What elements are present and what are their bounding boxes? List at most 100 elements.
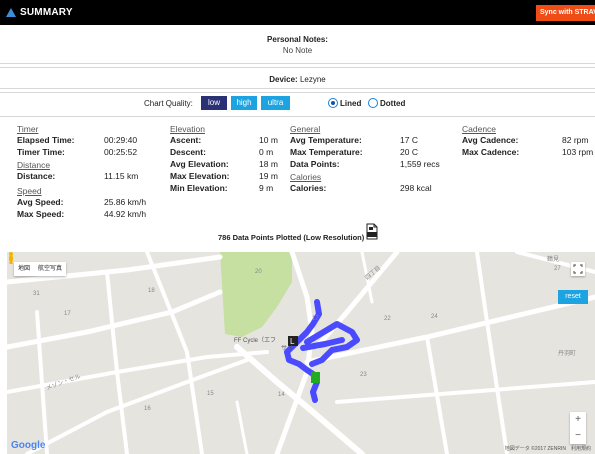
stat-value: 103 rpm (562, 147, 594, 157)
park-area (220, 252, 292, 337)
notes-label: Personal Notes: (267, 35, 328, 44)
stat-key: Max Elevation: (170, 171, 230, 181)
stat-value: 298 kcal (400, 183, 432, 193)
map-label: 20 (255, 269, 262, 275)
device-value: Lezyne (299, 75, 326, 84)
map-attribution[interactable]: 地図データ ©2017 ZENRIN 利用規約 (505, 445, 591, 452)
chart-quality-label: Chart Quality: (144, 99, 193, 108)
stat-key: Timer Time: (17, 147, 65, 157)
quality-high-button[interactable]: high (231, 96, 257, 110)
stat-value: 19 m (259, 171, 278, 181)
stat-value: 25.86 km/h (104, 197, 147, 207)
device-row: Device: Lezyne (0, 75, 595, 84)
divider (0, 116, 595, 117)
stats-panel: Timer Elapsed Time: 00:29:40 Timer Time: 0… (0, 124, 595, 224)
sync-strava-button[interactable]: Sync with STRAVA (536, 5, 595, 21)
distance-heading: Distance (17, 160, 51, 170)
map-label: FF Cycle（エフ (234, 337, 276, 344)
zoom-in-button[interactable]: + (570, 412, 586, 428)
stat-value: 18 m (259, 159, 278, 169)
map-type-toggle[interactable]: 地図 航空写真 (14, 262, 67, 276)
stat-value: 10 m (259, 135, 278, 145)
collapse-triangle-icon[interactable] (6, 8, 16, 17)
stat-key: Descent: (170, 147, 206, 157)
map-canvas[interactable]: L 31 17 18 20 17 22 24 27 23 15 14 16 FF… (7, 252, 595, 454)
map-label: 27 (554, 266, 561, 272)
reset-button[interactable]: reset (558, 290, 588, 304)
map-label: 16 (144, 406, 151, 412)
route-map[interactable]: L 31 17 18 20 17 22 24 27 23 15 14 16 FF… (7, 252, 595, 454)
map-label: 14 (278, 392, 285, 398)
plotted-points-label: 786 Data Points Plotted (Low Resolution) (218, 233, 365, 242)
stat-key: Ascent: (170, 135, 202, 145)
google-logo: Google (11, 440, 46, 451)
map-type-satellite[interactable]: 航空写真 (34, 266, 66, 272)
gpx-download-icon[interactable] (366, 223, 378, 240)
fullscreen-icon (573, 264, 583, 274)
speed-heading: Speed (17, 186, 42, 196)
stat-value: 0 m (259, 147, 274, 157)
divider (0, 88, 595, 89)
stat-value: 9 m (259, 183, 274, 193)
notes-value: No Note (282, 46, 313, 55)
stat-value: 44.92 km/h (104, 209, 147, 219)
section-title: SUMMARY (20, 7, 73, 18)
map-label: 31 (33, 291, 40, 297)
map-type-roadmap[interactable]: 地図 (14, 266, 34, 272)
stat-key: Max Speed: (17, 209, 65, 219)
stat-value: 00:25:52 (104, 147, 138, 157)
stat-key: Max Temperature: (290, 147, 363, 157)
fullscreen-button[interactable] (571, 262, 585, 276)
quality-low-button[interactable]: low (201, 96, 227, 110)
zoom-control: + − (570, 412, 586, 444)
timer-heading: Timer (17, 124, 39, 134)
lined-radio[interactable] (328, 98, 338, 108)
gps-track (284, 299, 360, 403)
stat-key: Avg Speed: (17, 197, 64, 207)
stat-key: Min Elevation: (170, 183, 228, 193)
stat-key: Avg Temperature: (290, 135, 362, 145)
stat-key: Calories: (290, 183, 327, 193)
general-heading: General (290, 124, 321, 134)
track-end-marker (311, 372, 320, 383)
stat-key: Distance: (17, 171, 56, 181)
map-label: サイ (281, 345, 293, 352)
stat-value: 17 C (400, 135, 418, 145)
elevation-heading: Elevation (170, 124, 205, 134)
pegman-icon[interactable] (7, 252, 15, 264)
dotted-radio[interactable] (368, 98, 378, 108)
cadence-heading: Cadence (462, 124, 497, 134)
divider (0, 67, 595, 68)
divider (0, 92, 595, 93)
map-label: 22 (384, 316, 391, 322)
stat-value: 11.15 km (104, 171, 139, 181)
stat-value: 82 rpm (562, 135, 589, 145)
divider (0, 63, 595, 64)
dotted-label: Dotted (380, 99, 406, 108)
svg-text:L: L (290, 337, 295, 346)
map-label: 24 (431, 314, 438, 320)
map-roads (7, 252, 595, 454)
map-label: 15 (207, 391, 214, 397)
lined-label[interactable]: Lined (340, 99, 361, 108)
map-label: 18 (148, 288, 155, 294)
stat-key: Avg Cadence: (462, 135, 519, 145)
map-label: 鶴見 (547, 255, 559, 263)
quality-ultra-button[interactable]: ultra (261, 96, 290, 110)
stat-value: 00:29:40 (104, 135, 138, 145)
zoom-out-button[interactable]: − (570, 428, 586, 444)
device-label: Device: (269, 75, 298, 84)
top-bar: SUMMARY Sync with STRAVA (0, 0, 595, 25)
map-label: 23 (360, 372, 367, 378)
stat-key: Avg Elevation: (170, 159, 229, 169)
map-label: 17 (64, 311, 71, 317)
map-label: 17 (312, 316, 319, 322)
stat-key: Max Cadence: (462, 147, 520, 157)
stat-key: Data Points: (290, 159, 340, 169)
stat-key: Elapsed Time: (17, 135, 75, 145)
chart-quality-row: Chart Quality: low high ultra Lined Dott… (0, 95, 595, 111)
stat-value: 20 C (400, 147, 418, 157)
map-label: 丹羽町 (558, 350, 576, 357)
calories-heading: Calories (290, 172, 322, 182)
stat-value: 1,559 recs (400, 159, 440, 169)
